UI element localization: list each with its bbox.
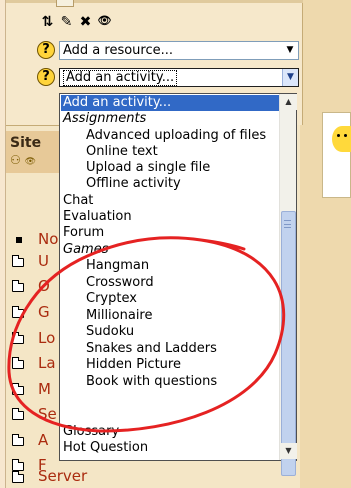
dropdown-option[interactable]: Forum	[61, 225, 104, 241]
delete-icon[interactable]: ✖	[78, 14, 93, 30]
site-link[interactable]: M	[38, 380, 51, 398]
folder-icon	[12, 357, 24, 369]
folder-icon	[12, 383, 24, 395]
folder-icon	[12, 459, 24, 471]
site-link[interactable]: Lo	[38, 329, 55, 347]
site-link[interactable]: U	[38, 252, 49, 270]
dropdown-option[interactable]: Upload a single file	[61, 160, 210, 176]
folder-icon	[12, 306, 24, 318]
visibility-icon[interactable]: 👁	[97, 14, 112, 30]
chevron-down-icon[interactable]: ▼	[282, 69, 298, 86]
dropdown-option-selected[interactable]: Add an activity...	[61, 95, 283, 111]
dropdown-group-games: Games	[63, 242, 109, 257]
folder-icon	[12, 332, 24, 344]
dropdown-option[interactable]: Millionaire	[61, 308, 153, 324]
dropdown-option[interactable]: Advanced uploading of files	[61, 128, 266, 144]
dropdown-option[interactable]: Evaluation	[61, 209, 132, 225]
site-link[interactable]: No	[38, 230, 58, 248]
dropdown-option[interactable]: Chat	[61, 193, 93, 209]
site-link[interactable]: G	[38, 303, 50, 321]
dropdown-option[interactable]: Hidden Picture	[61, 357, 181, 373]
dropdown-option[interactable]: Hangman	[61, 258, 149, 274]
edit-icon[interactable]: ✎	[59, 14, 74, 30]
site-link[interactable]: La	[38, 354, 56, 372]
people-icon: ⚇	[10, 153, 21, 167]
site-link[interactable]: Se	[38, 405, 57, 423]
site-link[interactable]: O	[38, 277, 50, 295]
eye-icon: 👁	[24, 157, 37, 167]
folder-icon	[12, 434, 24, 446]
folder-icon	[12, 408, 24, 420]
smiley-eye	[344, 134, 347, 137]
smiley-eye	[337, 134, 340, 137]
right-column	[300, 0, 351, 488]
folder-icon	[12, 280, 24, 292]
activity-help-icon[interactable]: ?	[37, 68, 55, 86]
scroll-up-icon[interactable]: ▲	[280, 94, 297, 110]
site-panel-title: Site	[10, 135, 42, 151]
dropdown-option[interactable]: Book with questions	[61, 374, 217, 390]
right-content-box	[322, 112, 351, 198]
resource-help-icon[interactable]: ?	[37, 41, 55, 59]
dropdown-option[interactable]: Hot Question	[61, 440, 148, 456]
site-link-server[interactable]: Server	[38, 467, 87, 485]
site-panel-icons: ⚇ 👁	[10, 153, 36, 167]
dropdown-group-assignments: Assignments	[63, 111, 147, 126]
dropdown-option[interactable]: Snakes and Ladders	[61, 341, 217, 357]
panel-top-edge	[6, 0, 303, 3]
site-link[interactable]: A	[38, 431, 48, 449]
dropdown-option[interactable]: Offline activity	[61, 176, 181, 192]
smiley-icon	[332, 126, 351, 152]
panel-corner-fragment	[56, 0, 74, 7]
dropdown-scrollbar[interactable]: ▲ ▼	[279, 94, 297, 476]
bullet-icon	[16, 237, 22, 243]
scrollbar-thumb[interactable]	[281, 211, 296, 476]
dropdown-option[interactable]: Crossword	[61, 275, 154, 291]
folder-icon	[12, 255, 24, 267]
add-resource-select[interactable]: Add a resource... ▼	[59, 41, 299, 60]
activity-dropdown-list[interactable]: Add an activity... Assignments Advanced …	[59, 93, 297, 461]
move-icon[interactable]: ⇅	[40, 14, 55, 30]
add-activity-select[interactable]: Add an activity... ▼	[59, 68, 299, 87]
dropdown-option[interactable]: Sudoku	[61, 324, 134, 340]
scrollbar-grip-icon	[284, 220, 291, 228]
dropdown-option[interactable]: Online text	[61, 144, 158, 160]
folder-icon	[12, 471, 24, 483]
dropdown-option[interactable]: Glossary	[61, 424, 119, 440]
add-activity-select-value: Add an activity...	[63, 70, 178, 86]
add-resource-select-value: Add a resource...	[63, 43, 174, 58]
dropdown-option[interactable]: Cryptex	[61, 291, 137, 307]
edit-icons: ⇅ ✎ ✖ 👁	[40, 14, 112, 30]
scroll-down-icon[interactable]: ▼	[280, 443, 297, 459]
chevron-down-icon: ▼	[286, 45, 294, 55]
